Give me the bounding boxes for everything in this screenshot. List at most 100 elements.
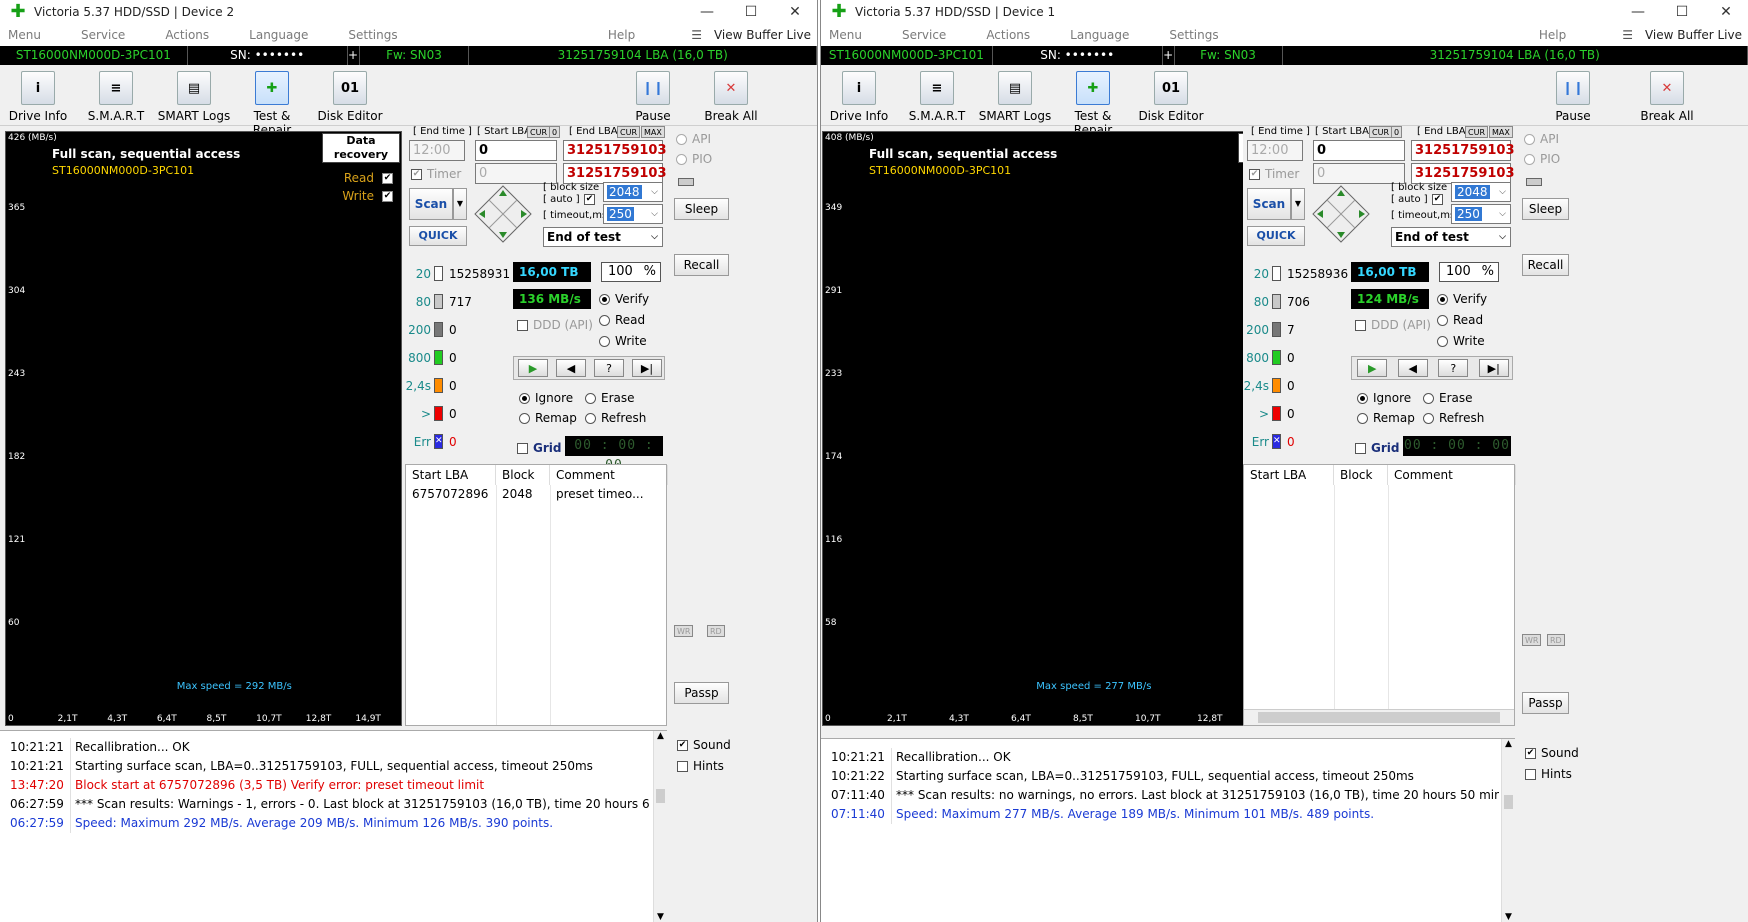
view-buffer-live-toggle[interactable]: ☰ View Buffer Live <box>1614 28 1742 42</box>
start-lba-cur-button[interactable]: CUR <box>1369 126 1392 138</box>
start-lba-field[interactable]: 0 <box>475 140 557 161</box>
rewind-button[interactable]: ◀ <box>1397 359 1428 377</box>
repair-refresh-radio[interactable]: Refresh <box>585 411 646 425</box>
auto-checkbox[interactable]: ✔ <box>584 194 595 205</box>
mode-read-radio[interactable]: Read <box>599 313 645 327</box>
grid-checkbox[interactable] <box>517 442 528 454</box>
table-header-start-lba[interactable]: Start LBA <box>406 465 496 485</box>
start-lba-cur-button[interactable]: CUR <box>527 126 550 138</box>
event-log[interactable]: 10:21:21 Recallibration... OK 10:21:21 Star… <box>0 730 667 922</box>
end-time-field[interactable]: 12:00 <box>409 140 465 161</box>
start-lba-zero-button[interactable]: 0 <box>1391 126 1403 138</box>
scroll-up-icon[interactable]: ▲ <box>657 731 664 741</box>
sound-checkbox[interactable]: ✔ <box>677 739 688 751</box>
end-of-test-select[interactable]: End of test ⌵ <box>543 227 663 247</box>
passp-button[interactable]: Passp <box>1522 692 1569 714</box>
timeout-select[interactable]: 250 ⌵ <box>603 204 663 224</box>
smart-button[interactable]: ≡ S.M.A.R.T <box>899 71 975 123</box>
minimize-button[interactable]: — <box>1616 4 1660 20</box>
scan-button[interactable]: Scan <box>409 188 453 220</box>
end-lba-field[interactable]: 31251759103 <box>1411 140 1515 161</box>
auto-block-toggle[interactable]: ✔ <box>1432 194 1448 205</box>
interface-api-radio[interactable]: API <box>1524 132 1559 146</box>
block-size-select[interactable]: 2048 ⌵ <box>1451 182 1511 202</box>
menu-item-actions[interactable]: Actions <box>986 28 1030 42</box>
test-repair-button[interactable]: ✚ Test & Repair <box>1055 71 1131 137</box>
end-lba-max-button[interactable]: MAX <box>1489 126 1513 138</box>
drive-info-button[interactable]: i Drive Info <box>821 71 897 123</box>
table-header-comment[interactable]: Comment <box>550 465 668 485</box>
navigation-pad[interactable] <box>473 184 533 244</box>
grid-checkbox[interactable] <box>1355 442 1366 454</box>
mode-verify-radio[interactable]: Verify <box>599 292 649 306</box>
read-toggle[interactable]: Read ✔ <box>344 171 393 185</box>
end-lba-cur-button[interactable]: CUR <box>1465 126 1488 138</box>
recall-button[interactable]: Recall <box>674 254 729 276</box>
auto-checkbox[interactable]: ✔ <box>1432 194 1443 205</box>
scan-dropdown-button[interactable]: ▼ <box>1291 188 1305 220</box>
sleep-button[interactable]: Sleep <box>1522 198 1569 220</box>
mode-write-radio[interactable]: Write <box>599 334 647 348</box>
rewind-button[interactable]: ◀ <box>556 359 586 377</box>
start-lba-field[interactable]: 0 <box>1313 140 1405 161</box>
timer-toggle[interactable]: ✔ Timer <box>1249 167 1299 181</box>
quick-button[interactable]: QUICK <box>1247 226 1305 246</box>
menu-item-language[interactable]: Language <box>249 28 308 42</box>
table-row[interactable]: 6757072896 2048 preset timeo... <box>406 487 666 505</box>
sleep-button[interactable]: Sleep <box>674 198 729 220</box>
timer-toggle[interactable]: ✔ Timer <box>411 167 461 181</box>
interface-api-radio[interactable]: API <box>676 132 711 146</box>
test-repair-button[interactable]: ✚ Test & Repair <box>234 71 310 137</box>
scroll-up-icon[interactable]: ▲ <box>1505 739 1512 749</box>
disk-editor-button[interactable]: 01 Disk Editor <box>1133 71 1209 123</box>
scrollbar-thumb[interactable] <box>1504 795 1513 809</box>
hints-checkbox[interactable] <box>677 760 688 772</box>
break-all-button[interactable]: ✕ Break All <box>696 71 766 123</box>
menu-item-menu[interactable]: Menu <box>829 28 862 42</box>
smart-button[interactable]: ≡ S.M.A.R.T <box>78 71 154 123</box>
ddd-api-checkbox[interactable] <box>517 319 528 331</box>
grid-toggle[interactable]: Grid <box>1355 441 1399 455</box>
pause-button[interactable]: ❙❙ Pause <box>628 71 678 123</box>
menu-item-menu[interactable]: Menu <box>8 28 41 42</box>
disk-editor-button[interactable]: 01 Disk Editor <box>312 71 388 123</box>
ddd-api-toggle[interactable]: DDD (API) <box>517 318 593 332</box>
table-header-comment[interactable]: Comment <box>1388 465 1516 485</box>
table-header-block[interactable]: Block <box>496 465 550 485</box>
menu-item-language[interactable]: Language <box>1070 28 1129 42</box>
scrollbar-thumb[interactable] <box>656 789 665 803</box>
menu-item-help[interactable]: Help <box>1539 28 1566 42</box>
log-vertical-scrollbar[interactable]: ▲ ▼ <box>653 731 667 922</box>
break-all-button[interactable]: ✕ Break All <box>1632 71 1702 123</box>
log-vertical-scrollbar[interactable]: ▲ ▼ <box>1501 739 1515 922</box>
menu-item-settings[interactable]: Settings <box>348 28 397 42</box>
passp-button[interactable]: Passp <box>674 682 729 704</box>
timer-checkbox[interactable]: ✔ <box>1249 168 1260 180</box>
mode-read-radio[interactable]: Read <box>1437 313 1483 327</box>
scan-button[interactable]: Scan <box>1247 188 1291 220</box>
menu-item-service[interactable]: Service <box>902 28 946 42</box>
table-horizontal-scrollbar[interactable] <box>1244 709 1514 725</box>
table-header-start-lba[interactable]: Start LBA <box>1244 465 1334 485</box>
error-table[interactable]: Start LBA Block Comment <box>1243 464 1516 726</box>
repair-ignore-radio[interactable]: Ignore <box>1357 391 1411 405</box>
read-checkbox[interactable]: ✔ <box>382 172 393 184</box>
timeout-select[interactable]: 250 ⌵ <box>1451 204 1511 224</box>
menu-item-settings[interactable]: Settings <box>1169 28 1218 42</box>
grid-toggle[interactable]: Grid <box>517 441 561 455</box>
hints-toggle[interactable]: Hints <box>677 759 724 773</box>
maximize-button[interactable]: ☐ <box>1660 4 1704 20</box>
ddd-api-checkbox[interactable] <box>1355 319 1366 331</box>
interface-pio-radio[interactable]: PIO <box>1524 152 1560 166</box>
unknown-jump-button[interactable]: ? <box>1438 359 1469 377</box>
menu-item-service[interactable]: Service <box>81 28 125 42</box>
scan-dropdown-button[interactable]: ▼ <box>453 188 467 220</box>
scrollbar-thumb[interactable] <box>1258 712 1500 723</box>
repair-remap-radio[interactable]: Remap <box>1357 411 1415 425</box>
timer-field[interactable]: 0 <box>1313 163 1405 184</box>
end-lba-max-button[interactable]: MAX <box>641 126 665 138</box>
unknown-jump-button[interactable]: ? <box>594 359 624 377</box>
hints-checkbox[interactable] <box>1525 768 1536 780</box>
smart-logs-button[interactable]: ▤ SMART Logs <box>977 71 1053 123</box>
close-button[interactable]: ✕ <box>1704 4 1748 20</box>
